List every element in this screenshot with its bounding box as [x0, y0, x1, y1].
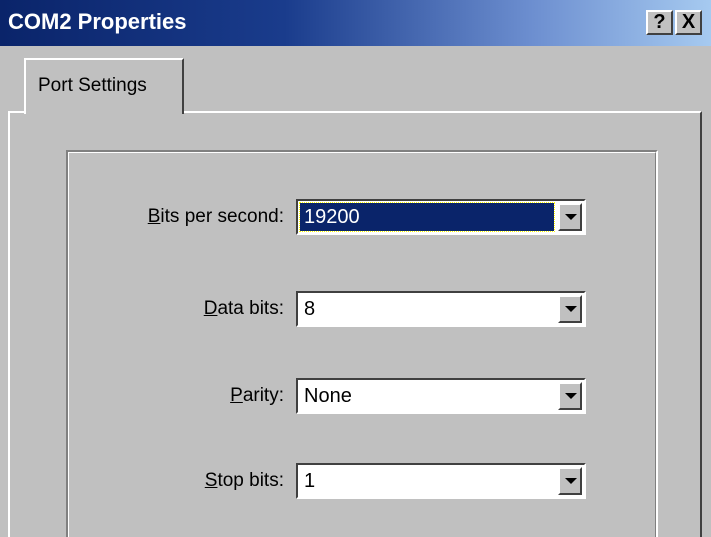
parity-label: Parity:: [230, 385, 284, 406]
chevron-down-icon[interactable]: [558, 203, 582, 231]
chevron-down-icon[interactable]: [558, 467, 582, 495]
help-button[interactable]: ?: [646, 10, 673, 35]
tab-port-settings[interactable]: Port Settings: [24, 58, 184, 114]
chevron-down-icon[interactable]: [558, 382, 582, 410]
stop-bits-label: Stop bits:: [204, 470, 284, 491]
bits-per-second-label: Bits per second:: [147, 206, 284, 227]
parity-value: None: [304, 385, 352, 407]
help-icon: ?: [653, 11, 666, 33]
tab-label: Port Settings: [38, 75, 147, 96]
data-bits-label: Data bits:: [203, 298, 284, 319]
stop-bits-select[interactable]: 1: [296, 463, 586, 499]
chevron-down-icon[interactable]: [558, 295, 582, 323]
title-bar[interactable]: COM2 Properties ? X: [0, 0, 711, 46]
properties-dialog: COM2 Properties ? X Port Settings Bits p…: [0, 0, 711, 537]
parity-select[interactable]: None: [296, 378, 586, 414]
bits-per-second-select[interactable]: 19200: [296, 199, 586, 235]
data-bits-select[interactable]: 8: [296, 291, 586, 327]
data-bits-value: 8: [304, 298, 316, 320]
close-icon: X: [681, 11, 696, 33]
close-button[interactable]: X: [675, 10, 702, 35]
window-title: COM2 Properties: [8, 9, 187, 34]
stop-bits-value: 1: [304, 470, 316, 492]
bits-per-second-value: 19200: [299, 202, 555, 232]
